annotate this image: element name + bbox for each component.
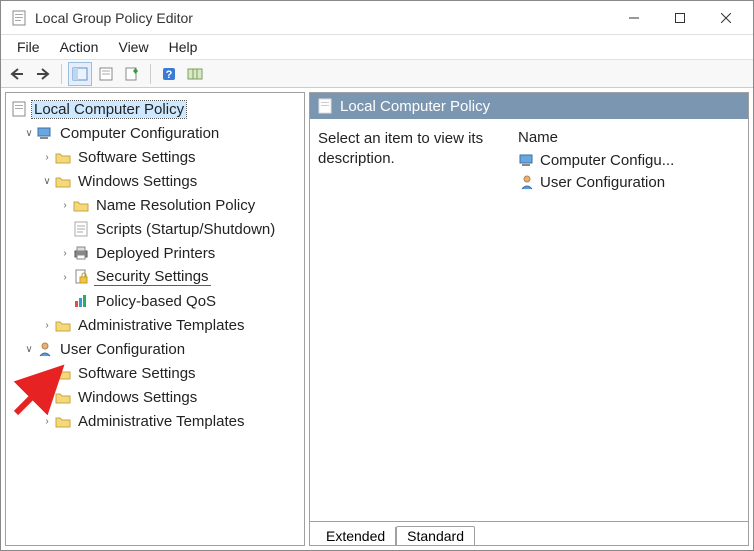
tree-label: Security Settings: [94, 268, 211, 286]
chevron-right-icon[interactable]: ›: [58, 271, 72, 283]
tab-extended[interactable]: Extended: [316, 527, 396, 545]
tree-label: Software Settings: [76, 149, 198, 166]
printer-icon: [72, 245, 90, 261]
minimize-button[interactable]: [611, 2, 657, 34]
details-list: Name Computer Configu... User Configurat…: [518, 129, 740, 517]
user-icon: [36, 341, 54, 357]
expander-placeholder: [58, 301, 72, 302]
app-icon: [11, 10, 27, 26]
folder-icon: [54, 413, 72, 429]
chevron-right-icon[interactable]: ›: [40, 319, 54, 331]
tree-scripts[interactable]: Scripts (Startup/Shutdown): [8, 217, 302, 241]
tree-label: Software Settings: [76, 365, 198, 382]
list-item-label: Computer Configu...: [540, 152, 674, 169]
tree-policy-qos[interactable]: Policy-based QoS: [8, 289, 302, 313]
user-icon: [518, 174, 536, 190]
tree-computer-config[interactable]: ∨ Computer Configuration: [8, 121, 302, 145]
tree-software-settings[interactable]: › Software Settings: [8, 145, 302, 169]
folder-icon: [54, 317, 72, 333]
chevron-right-icon[interactable]: ›: [40, 151, 54, 163]
security-icon: [72, 269, 90, 285]
list-item[interactable]: Computer Configu...: [518, 149, 740, 171]
tree-label: User Configuration: [58, 341, 187, 358]
tree-label: Windows Settings: [76, 389, 199, 406]
computer-icon: [36, 125, 54, 141]
policy-icon: [316, 98, 334, 114]
tab-standard[interactable]: Standard: [396, 526, 475, 545]
chevron-down-icon[interactable]: ∨: [22, 343, 36, 355]
details-pane: Local Computer Policy Select an item to …: [309, 92, 749, 546]
menu-file[interactable]: File: [7, 37, 50, 57]
window-title: Local Group Policy Editor: [35, 10, 611, 26]
tree-user-config[interactable]: ∨ User Configuration: [8, 337, 302, 361]
window: Local Group Policy Editor File Action Vi…: [0, 0, 754, 551]
tree-label: Administrative Templates: [76, 413, 246, 430]
chevron-right-icon[interactable]: ›: [40, 391, 54, 403]
close-button[interactable]: [703, 2, 749, 34]
chevron-down-icon[interactable]: ∨: [40, 175, 54, 187]
window-controls: [611, 2, 749, 34]
maximize-button[interactable]: [657, 2, 703, 34]
content-area: Local Computer Policy ∨ Computer Configu…: [1, 88, 753, 550]
tree-windows-settings[interactable]: ∨ Windows Settings: [8, 169, 302, 193]
chevron-right-icon[interactable]: ›: [58, 247, 72, 259]
chevron-right-icon[interactable]: ›: [40, 415, 54, 427]
details-tabs: Extended Standard: [310, 521, 748, 545]
details-header: Local Computer Policy: [310, 93, 748, 119]
svg-text:?: ?: [166, 69, 173, 81]
expander-placeholder: [58, 229, 72, 230]
folder-icon: [54, 173, 72, 189]
list-item[interactable]: User Configuration: [518, 171, 740, 193]
tree-user-admin-templates[interactable]: › Administrative Templates: [8, 409, 302, 433]
tree-user-software-settings[interactable]: › Software Settings: [8, 361, 302, 385]
tree-label: Scripts (Startup/Shutdown): [94, 221, 277, 238]
tree-label: Local Computer Policy: [32, 101, 186, 118]
tree-label: Deployed Printers: [94, 245, 217, 262]
folder-icon: [54, 149, 72, 165]
folder-icon: [54, 365, 72, 381]
chart-icon: [72, 293, 90, 309]
script-icon: [72, 221, 90, 237]
tree-label: Name Resolution Policy: [94, 197, 257, 214]
show-tree-button[interactable]: [68, 62, 92, 86]
tree-admin-templates[interactable]: › Administrative Templates: [8, 313, 302, 337]
tree-label: Computer Configuration: [58, 125, 221, 142]
properties-button[interactable]: [94, 62, 118, 86]
chevron-right-icon[interactable]: ›: [40, 367, 54, 379]
menubar: File Action View Help: [1, 35, 753, 60]
tree-root[interactable]: Local Computer Policy: [8, 97, 302, 121]
details-description: Select an item to view its description.: [318, 129, 518, 517]
list-item-label: User Configuration: [540, 174, 665, 191]
toolbar-separator: [61, 64, 62, 84]
policy-icon: [10, 101, 28, 117]
titlebar: Local Group Policy Editor: [1, 1, 753, 35]
menu-help[interactable]: Help: [159, 37, 208, 57]
filter-button[interactable]: [183, 62, 207, 86]
tree-user-windows-settings[interactable]: › Windows Settings: [8, 385, 302, 409]
chevron-down-icon[interactable]: ∨: [22, 127, 36, 139]
computer-icon: [518, 152, 536, 168]
details-body: Select an item to view its description. …: [310, 119, 748, 521]
export-button[interactable]: [120, 62, 144, 86]
tree-deployed-printers[interactable]: › Deployed Printers: [8, 241, 302, 265]
forward-button[interactable]: [31, 62, 55, 86]
menu-view[interactable]: View: [108, 37, 158, 57]
tree-pane: Local Computer Policy ∨ Computer Configu…: [5, 92, 305, 546]
back-button[interactable]: [5, 62, 29, 86]
chevron-right-icon[interactable]: ›: [58, 199, 72, 211]
tree-security-settings[interactable]: › Security Settings: [8, 265, 302, 289]
column-header-name[interactable]: Name: [518, 129, 740, 149]
folder-icon: [72, 197, 90, 213]
tree-label: Windows Settings: [76, 173, 199, 190]
tree-name-resolution-policy[interactable]: › Name Resolution Policy: [8, 193, 302, 217]
toolbar-separator: [150, 64, 151, 84]
menu-action[interactable]: Action: [50, 37, 109, 57]
folder-icon: [54, 389, 72, 405]
tree-label: Administrative Templates: [76, 317, 246, 334]
details-title: Local Computer Policy: [340, 98, 490, 115]
toolbar: ?: [1, 60, 753, 88]
help-button[interactable]: ?: [157, 62, 181, 86]
tree-label: Policy-based QoS: [94, 293, 218, 310]
